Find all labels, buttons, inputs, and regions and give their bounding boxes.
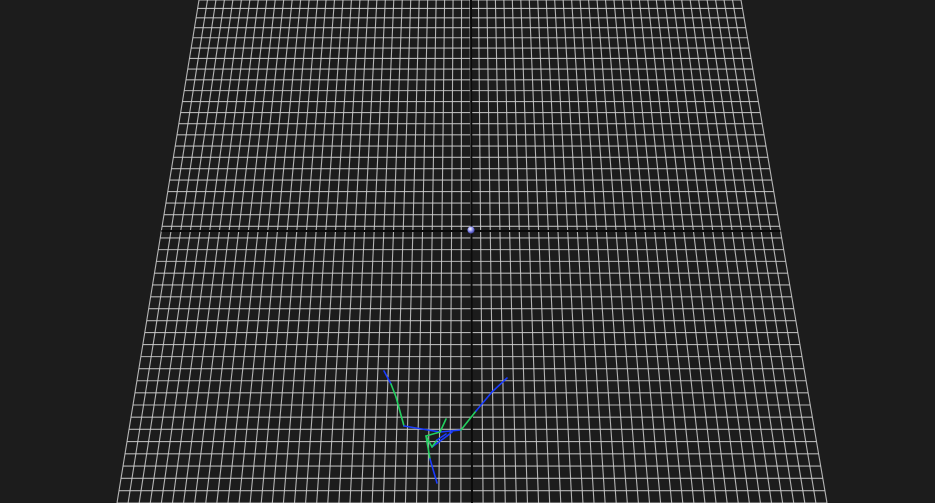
origin-sphere-icon[interactable] bbox=[467, 226, 475, 234]
scene-canvas[interactable] bbox=[0, 0, 935, 503]
grid-line-depth bbox=[460, 0, 463, 503]
z-axis-line bbox=[470, 0, 473, 503]
3d-viewport[interactable] bbox=[0, 0, 935, 503]
origin-sphere[interactable] bbox=[467, 226, 475, 234]
